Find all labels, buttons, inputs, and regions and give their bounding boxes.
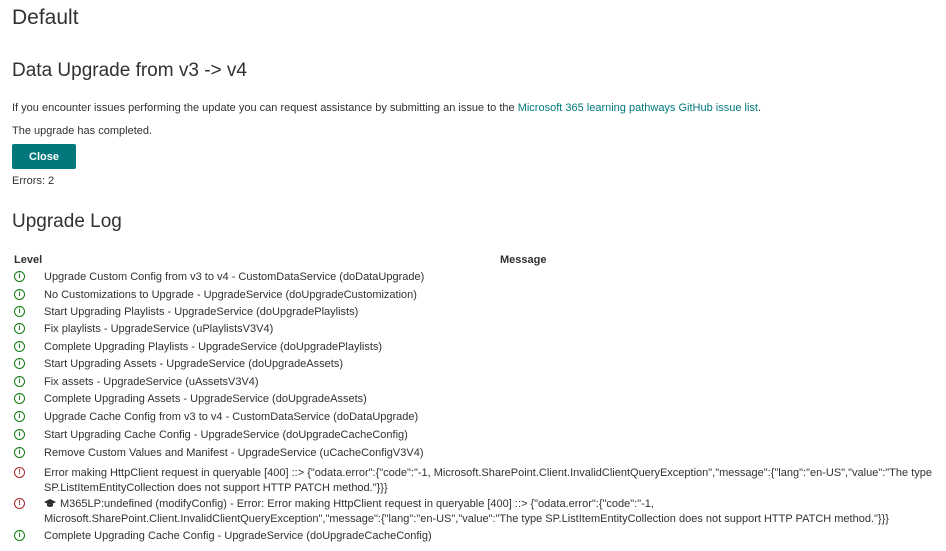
error-circle-icon: ! [14,467,25,478]
log-message-wrapper: M365LP:undefined (modifyConfig) - Error:… [44,497,942,527]
log-row: ! Error making HttpClient request in que… [12,467,942,497]
info-circle-icon: i [14,429,25,440]
info-circle-icon: i [14,393,25,404]
upgrade-log-heading: Upgrade Log [12,211,122,232]
log-message: Remove Custom Values and Manifest - Upgr… [44,447,424,459]
log-message: Complete Upgrading Assets - UpgradeServi… [44,393,367,405]
log-message: Start Upgrading Playlists - UpgradeServi… [44,306,359,318]
log-message: Upgrade Custom Config from v3 to v4 - Cu… [44,271,425,283]
info-circle-icon: i [14,447,25,458]
info-circle-icon: i [14,376,25,387]
message-column-header: Message [500,254,547,266]
info-circle-icon: i [14,323,25,334]
info-circle-icon: i [14,306,25,317]
log-message: Fix playlists - UpgradeService (uPlaylis… [44,323,274,335]
log-message: Error making HttpClient request in query… [44,467,932,494]
log-message: Start Upgrading Cache Config - UpgradeSe… [44,429,408,441]
log-message: No Customizations to Upgrade - UpgradeSe… [44,289,417,301]
info-circle-icon: i [14,358,25,369]
page-title: Default [12,6,79,29]
error-count: Errors: 2 [12,175,55,187]
log-message: Upgrade Cache Config from v3 to v4 - Cus… [44,411,419,423]
intro-end: . [757,102,762,114]
info-circle-icon: i [14,271,25,282]
log-message: Fix assets - UpgradeService (uAssetsV3V4… [44,376,259,388]
log-message: M365LP:undefined (modifyConfig) - Error:… [44,498,889,525]
upgrade-heading: Data Upgrade from v3 -> v4 [12,60,247,81]
close-button[interactable]: Close [12,144,76,169]
upgrade-status: The upgrade has completed. [12,125,153,137]
info-circle-icon: i [14,289,25,300]
github-issue-link[interactable]: Microsoft 365 learning pathways GitHub i… [518,102,758,114]
intro-paragraph: If you encounter issues performing the u… [12,102,761,114]
intro-text: If you encounter issues performing the u… [12,102,518,114]
level-column-header: Level [14,254,43,266]
info-circle-icon: i [14,341,25,352]
graduation-cap-icon [44,499,56,507]
info-circle-icon: i [14,530,25,541]
log-row: ! M365LP:undefined (modifyConfig) - Erro… [12,498,942,528]
log-message: Complete Upgrading Playlists - UpgradeSe… [44,341,383,353]
log-message: Start Upgrading Assets - UpgradeService … [44,358,343,370]
info-circle-icon: i [14,411,25,422]
error-circle-icon: ! [14,498,25,509]
log-message: Complete Upgrading Cache Config - Upgrad… [44,530,432,542]
